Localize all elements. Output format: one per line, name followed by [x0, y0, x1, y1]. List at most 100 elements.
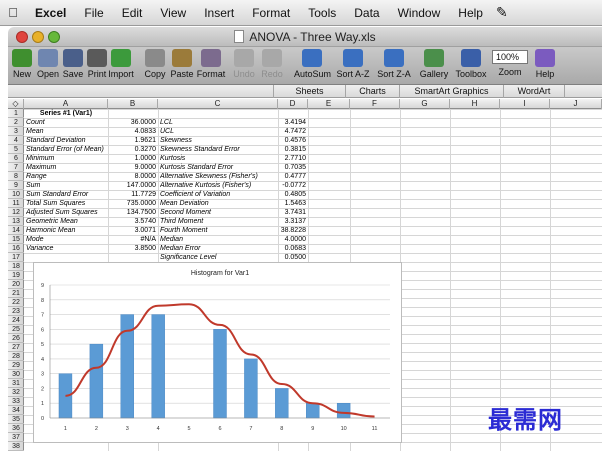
row-header[interactable]: 3	[8, 127, 24, 136]
apple-menu-icon[interactable]: 	[0, 5, 26, 20]
row-header[interactable]: 35	[8, 415, 24, 424]
stat-value[interactable]: 1.0000	[108, 154, 158, 163]
row-header[interactable]: 33	[8, 397, 24, 406]
stat-label[interactable]: Sum	[26, 181, 108, 190]
column-header-a[interactable]: A	[24, 99, 108, 109]
stat-value[interactable]: 3.7431	[278, 208, 308, 217]
stat-label[interactable]: Skewness Standard Error	[160, 145, 278, 154]
menu-data[interactable]: Data	[345, 0, 388, 26]
stat-label[interactable]: Count	[26, 118, 108, 127]
stat-label[interactable]: Total Sum Squares	[26, 199, 108, 208]
stat-value[interactable]: 3.3137	[278, 217, 308, 226]
row-header[interactable]: 1	[8, 109, 24, 118]
stat-value[interactable]: 0.4805	[278, 190, 308, 199]
column-header-e[interactable]: E	[308, 99, 350, 109]
column-header-i[interactable]: I	[500, 99, 550, 109]
zoom-button[interactable]: 100% Zoom	[492, 49, 528, 77]
stat-value[interactable]: 11.7729	[108, 190, 158, 199]
row-header[interactable]: 18	[8, 262, 24, 271]
row-header[interactable]: 25	[8, 325, 24, 334]
help-button[interactable]: Help	[534, 49, 556, 79]
stat-value[interactable]: 38.8228	[278, 226, 308, 235]
cell-a1-series-header[interactable]: Series #1 (Var1)	[24, 109, 108, 118]
row-header[interactable]: 24	[8, 316, 24, 325]
stat-value[interactable]: 0.3270	[108, 145, 158, 154]
row-header[interactable]: 6	[8, 154, 24, 163]
gallery-button[interactable]: Gallery	[418, 49, 450, 79]
tab-smartart-graphics[interactable]: SmartArt Graphics	[399, 85, 503, 98]
stat-label[interactable]: Kurtosis Standard Error	[160, 163, 278, 172]
menu-tools[interactable]: Tools	[299, 0, 345, 26]
redo-button[interactable]: Redo	[260, 49, 284, 79]
menu-file[interactable]: File	[75, 0, 112, 26]
row-header[interactable]: 5	[8, 145, 24, 154]
stat-label[interactable]: Kurtosis	[160, 154, 278, 163]
stat-label[interactable]: Adjusted Sum Squares	[26, 208, 108, 217]
stat-label[interactable]: Mean Deviation	[160, 199, 278, 208]
column-header-d[interactable]: D	[278, 99, 308, 109]
paste-button[interactable]: Paste	[170, 49, 194, 79]
column-header-c[interactable]: C	[158, 99, 278, 109]
stat-label[interactable]: Median Error	[160, 244, 278, 253]
toolbox-button[interactable]: Toolbox	[454, 49, 488, 79]
stat-label[interactable]: Mode	[26, 235, 108, 244]
stat-label[interactable]: Median	[160, 235, 278, 244]
row-header[interactable]: 2	[8, 118, 24, 127]
tab-wordart[interactable]: WordArt	[503, 85, 565, 98]
stat-label[interactable]: Alternative Skewness (Fisher's)	[160, 172, 278, 181]
row-header[interactable]: 12	[8, 208, 24, 217]
stat-value[interactable]: 147.0000	[108, 181, 158, 190]
stat-value[interactable]: 134.7500	[108, 208, 158, 217]
stat-label[interactable]: Harmonic Mean	[26, 226, 108, 235]
stat-label[interactable]: Third Moment	[160, 217, 278, 226]
row-header[interactable]: 36	[8, 424, 24, 433]
save-button[interactable]: Save	[62, 49, 84, 79]
stat-label[interactable]: Variance	[26, 244, 108, 253]
row-header[interactable]: 27	[8, 343, 24, 352]
import-button[interactable]: Import	[106, 49, 136, 79]
column-header-g[interactable]: G	[400, 99, 450, 109]
print-button[interactable]: Print	[86, 49, 108, 79]
row-header[interactable]: 11	[8, 199, 24, 208]
stat-label[interactable]: Sum Standard Error	[26, 190, 108, 199]
stat-value[interactable]: 4.0833	[108, 127, 158, 136]
stat-value[interactable]: 0.4576	[278, 136, 308, 145]
new-button[interactable]: New	[10, 49, 34, 79]
row-header[interactable]: 28	[8, 352, 24, 361]
menu-view[interactable]: View	[151, 0, 195, 26]
row-header[interactable]: 29	[8, 361, 24, 370]
sort-z-a-button[interactable]: Sort Z-A	[374, 49, 414, 79]
stat-label[interactable]: UCL	[160, 127, 278, 136]
stat-value[interactable]: 36.0000	[108, 118, 158, 127]
stat-label[interactable]: Range	[26, 172, 108, 181]
autosum-button[interactable]: AutoSum	[294, 49, 331, 79]
script-menu-icon[interactable]: ✎	[492, 4, 512, 21]
sort-a-z-button[interactable]: Sort A-Z	[334, 49, 372, 79]
row-header[interactable]: 8	[8, 172, 24, 181]
menu-excel[interactable]: Excel	[26, 0, 75, 26]
stat-label[interactable]: Maximum	[26, 163, 108, 172]
stat-value[interactable]: 8.0000	[108, 172, 158, 181]
row-header[interactable]: 22	[8, 298, 24, 307]
stat-label[interactable]: Significance Level	[160, 253, 278, 262]
row-header[interactable]: 37	[8, 433, 24, 442]
row-header[interactable]: 9	[8, 181, 24, 190]
select-all-corner[interactable]: ◇	[8, 99, 24, 109]
row-header[interactable]: 17	[8, 253, 24, 262]
copy-button[interactable]: Copy	[144, 49, 166, 79]
stat-value[interactable]: 3.5740	[108, 217, 158, 226]
row-header[interactable]: 21	[8, 289, 24, 298]
stat-value[interactable]: 0.3815	[278, 145, 308, 154]
row-header[interactable]: 31	[8, 379, 24, 388]
stat-label[interactable]: Standard Deviation	[26, 136, 108, 145]
stat-value[interactable]: 0.7035	[278, 163, 308, 172]
row-header[interactable]: 20	[8, 280, 24, 289]
stat-label[interactable]: Second Moment	[160, 208, 278, 217]
stat-label[interactable]: Skewness	[160, 136, 278, 145]
stat-value[interactable]: 1.9621	[108, 136, 158, 145]
row-header[interactable]: 13	[8, 217, 24, 226]
tab-sheets[interactable]: Sheets	[273, 85, 345, 98]
row-header[interactable]: 10	[8, 190, 24, 199]
stat-label[interactable]: Fourth Moment	[160, 226, 278, 235]
menu-help[interactable]: Help	[449, 0, 492, 26]
